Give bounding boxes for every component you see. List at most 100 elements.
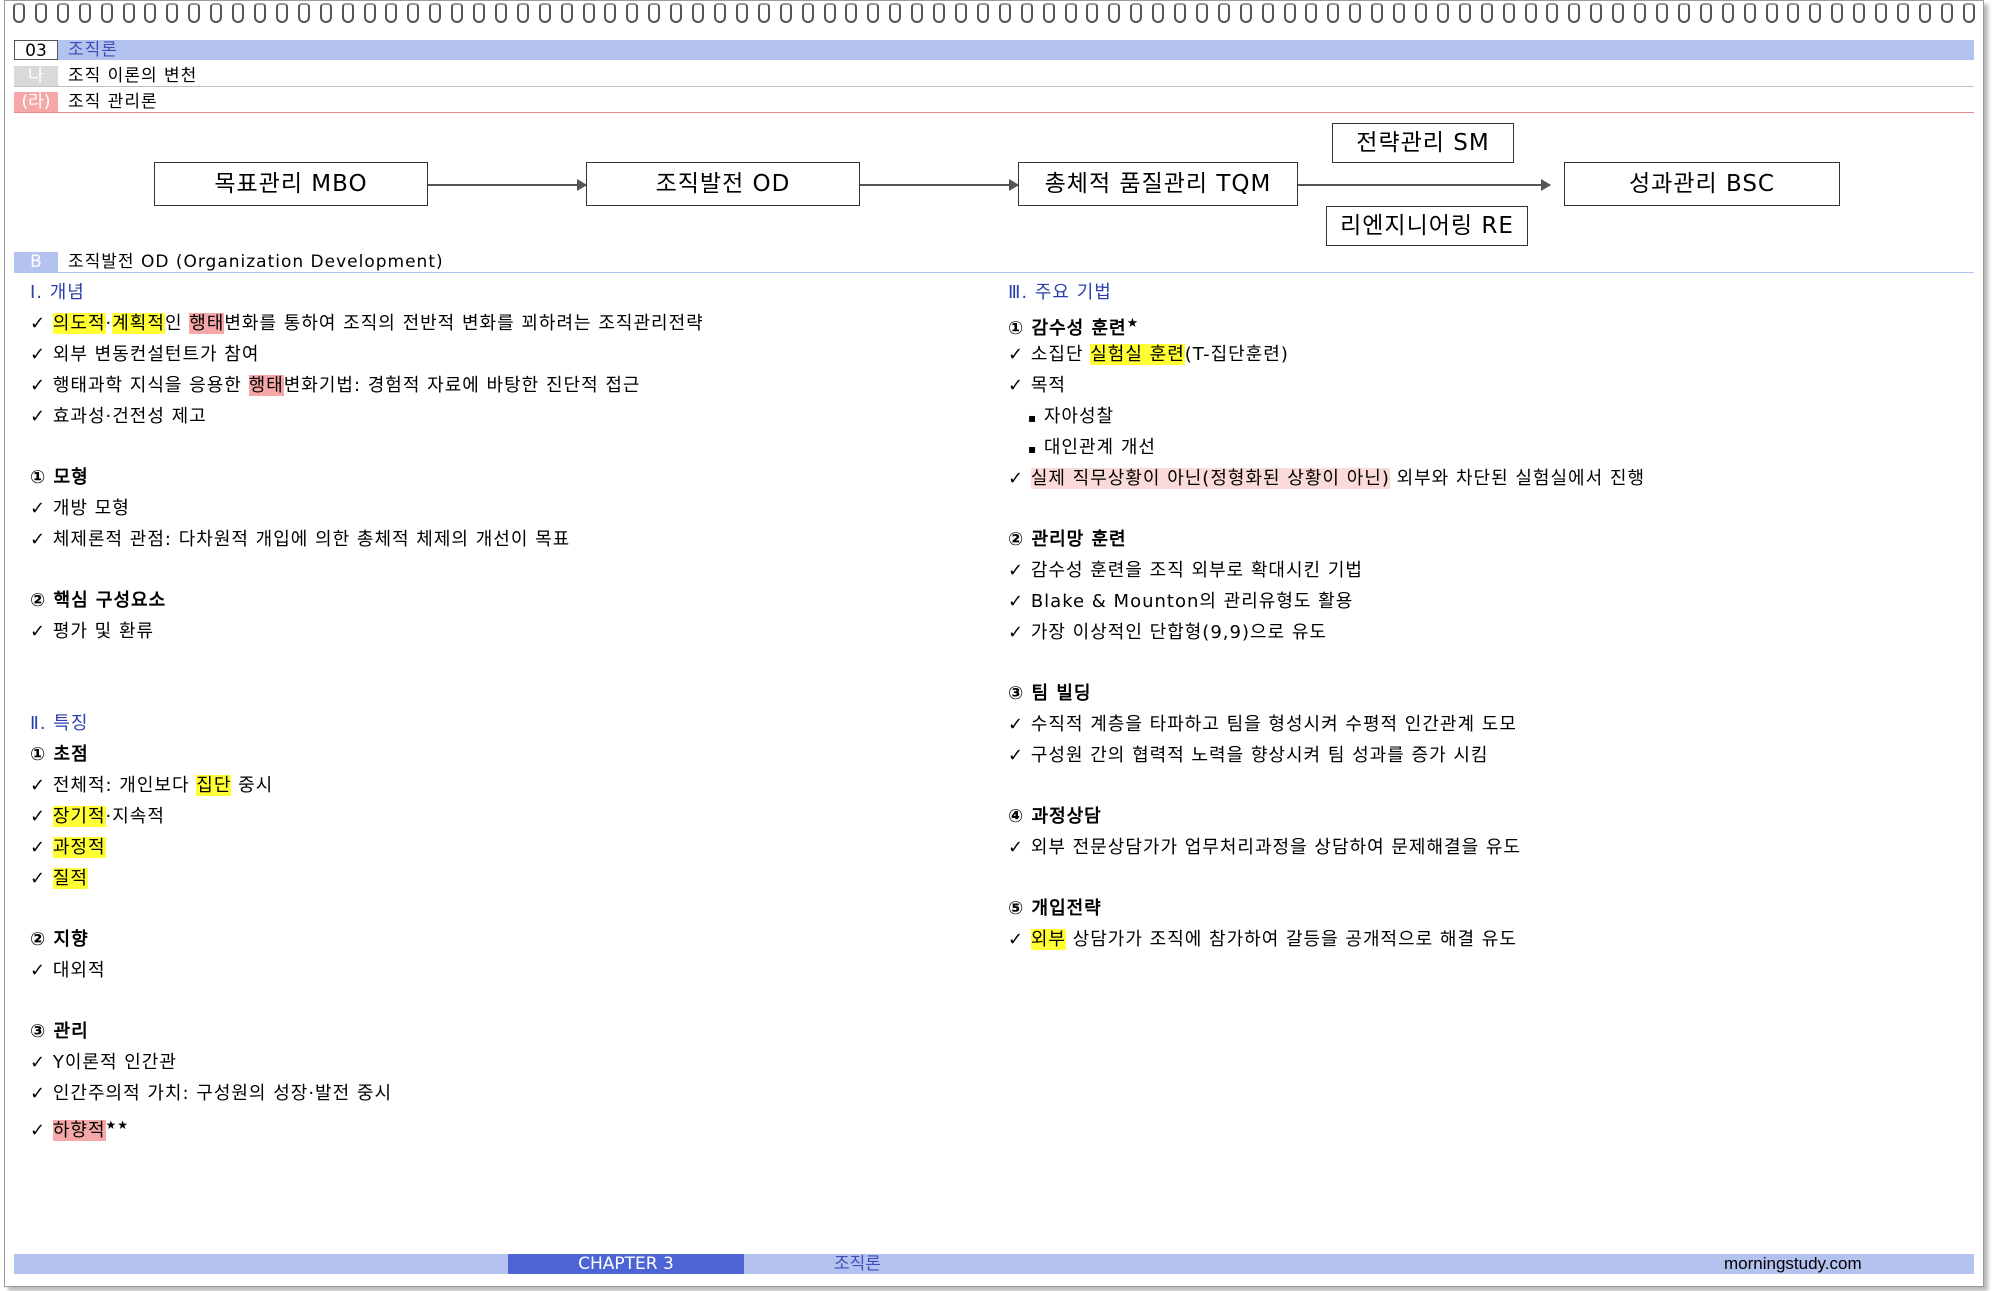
ring-icon (166, 3, 179, 23)
ring-icon (1918, 3, 1931, 23)
ring-icon (78, 3, 91, 23)
ring-icon (1809, 3, 1822, 23)
list-item: ✓ 외부 상담가가 조직에 참가하여 갈등을 공개적으로 해결 유도 (1008, 929, 1517, 950)
list-item: ✓ 전체적: 개인보다 집단 중시 (30, 775, 274, 796)
ring-icon (670, 3, 683, 23)
ring-icon (1064, 3, 1077, 23)
ring-icon (1327, 3, 1340, 23)
ring-icon (845, 3, 858, 23)
list-item: ✓ 장기적·지속적 (30, 806, 165, 827)
ring-icon (1962, 3, 1975, 23)
ring-icon (100, 3, 113, 23)
process-consultation-title: ④ 과정상담 (1008, 806, 1102, 827)
ring-icon (232, 3, 245, 23)
list-item: ✓ 의도적·계획적인 행태변화를 통하여 조직의 전반적 변화를 꾀하려는 조직… (30, 313, 704, 334)
list-item: ✓ 외부 전문상담가가 업무처리과정을 상담하여 문제해결을 유도 (1008, 837, 1521, 858)
ring-icon (1853, 3, 1866, 23)
check-icon: ✓ (1008, 929, 1025, 950)
check-icon: ✓ (30, 960, 47, 981)
check-icon: ✓ (30, 1120, 47, 1141)
ring-icon (1305, 3, 1318, 23)
model-title: ① 모형 (30, 467, 89, 488)
star-icon: ★★ (105, 1118, 130, 1132)
ring-icon (34, 3, 47, 23)
ring-icon (319, 3, 332, 23)
check-icon: ✓ (30, 344, 47, 365)
ring-icon (823, 3, 836, 23)
ring-icon (1524, 3, 1537, 23)
ring-icon (1152, 3, 1165, 23)
check-icon: ✓ (1008, 622, 1025, 643)
list-item: ✓ 개방 모형 (30, 498, 130, 519)
list-item: ✓ 인간주의적 가치: 구성원의 성장·발전 중시 (30, 1083, 393, 1104)
ring-icon (56, 3, 69, 23)
check-icon: ✓ (30, 621, 47, 642)
ring-icon (560, 3, 573, 23)
ring-icon (1436, 3, 1449, 23)
list-item: ✓ 실제 직무상황이 아닌(정형화된 상황이 아닌) 외부와 차단된 실험실에서… (1008, 468, 1646, 489)
check-icon: ✓ (30, 375, 47, 396)
check-icon: ✓ (30, 837, 47, 858)
check-icon: ✓ (30, 406, 47, 427)
topic-header: B 조직발전 OD (Organization Development) (14, 252, 1974, 273)
check-icon: ✓ (1008, 837, 1025, 858)
ring-icon (1699, 3, 1712, 23)
ring-icon (998, 3, 1011, 23)
ring-icon (1831, 3, 1844, 23)
ring-icon (1130, 3, 1143, 23)
list-item: ▪ 자아성찰 (1028, 406, 1115, 427)
management-title: ③ 관리 (30, 1021, 89, 1042)
list-item: ✓ 체제론적 관점: 다차원적 개입에 의한 총체적 체제의 개선이 목표 (30, 529, 571, 550)
list-item: ✓ 외부 변동컨설턴트가 참여 (30, 344, 260, 365)
ring-icon (253, 3, 266, 23)
ring-icon (1174, 3, 1187, 23)
ring-icon (735, 3, 748, 23)
check-icon: ✓ (30, 1083, 47, 1104)
section-header: 나 조직 이론의 변천 (14, 66, 1974, 87)
ring-icon (933, 3, 946, 23)
ring-icon (341, 3, 354, 23)
subsection-header: (라) 조직 관리론 (14, 92, 1974, 113)
list-item: ✓ 평가 및 환류 (30, 621, 155, 642)
flow-arrow (860, 179, 1019, 191)
ring-icon (626, 3, 639, 23)
ring-icon (1371, 3, 1384, 23)
ring-icon (297, 3, 310, 23)
ring-icon (1546, 3, 1559, 23)
footer: CHAPTER 3 조직론 morningstudy.com (14, 1254, 1974, 1274)
check-icon: ✓ (1008, 375, 1025, 396)
grid-training-title: ② 관리망 훈련 (1008, 529, 1127, 550)
focus-title: ① 초점 (30, 744, 89, 765)
check-icon: ✓ (30, 498, 47, 519)
flow-box-re: 리엔지니어링 RE (1326, 206, 1528, 246)
ring-icon (13, 3, 25, 23)
subsection-title: 조직 관리론 (68, 92, 158, 112)
orientation-title: ② 지향 (30, 929, 89, 950)
check-icon: ✓ (1008, 344, 1025, 365)
ring-icon (889, 3, 902, 23)
check-icon: ✓ (30, 775, 47, 796)
ring-icon (1568, 3, 1581, 23)
footer-site: morningstudy.com (1724, 1254, 1862, 1273)
flow-arrow (1298, 179, 1551, 191)
check-icon: ✓ (1008, 714, 1025, 735)
chapter-header: 03 조직론 (14, 40, 1974, 61)
ring-icon (363, 3, 376, 23)
list-item: ✓ 하향적★★ (30, 1118, 130, 1141)
flow-box-bsc: 성과관리 BSC (1564, 162, 1840, 206)
section-tag: 나 (14, 66, 58, 86)
list-item: ✓ 감수성 훈련을 조직 외부로 확대시킨 기법 (1008, 560, 1363, 581)
ring-icon (582, 3, 595, 23)
ring-icon (648, 3, 661, 23)
core-title: ② 핵심 구성요소 (30, 590, 167, 611)
list-item: ▪ 대인관계 개선 (1028, 437, 1156, 458)
ring-icon (1042, 3, 1055, 23)
list-item: ✓ 과정적 (30, 837, 106, 858)
check-icon: ✓ (30, 1052, 47, 1073)
ring-icon (757, 3, 770, 23)
list-item: ✓ Y이론적 인간관 (30, 1052, 177, 1073)
section-title: 조직 이론의 변천 (68, 66, 198, 86)
check-icon: ✓ (1008, 560, 1025, 581)
list-item: ✓ 수직적 계층을 타파하고 팀을 형성시켜 수평적 인간관계 도모 (1008, 714, 1517, 735)
ring-icon (714, 3, 726, 23)
